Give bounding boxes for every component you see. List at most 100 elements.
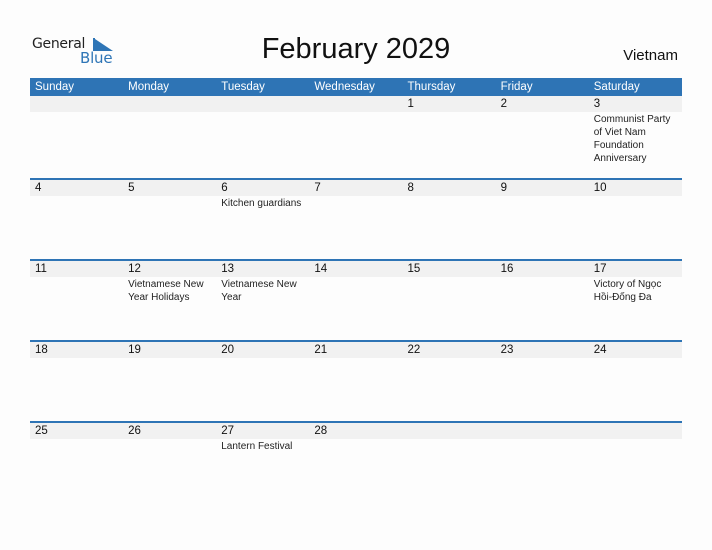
day-number: 17: [593, 263, 607, 275]
day-number: 2: [500, 98, 508, 110]
holiday-event: [221, 358, 309, 359]
day-number: 23: [500, 344, 514, 356]
week-row: 11 12 Vietnamese New Year Holidays 13 Vietna…: [30, 259, 682, 340]
week-days: 25 26 27 Lantern Festival 28: [30, 423, 682, 453]
day-cell: 7: [309, 180, 402, 210]
day-cell: 27 Lantern Festival: [216, 423, 309, 453]
holiday-event: [408, 277, 496, 278]
day-number: 24: [593, 344, 607, 356]
day-cell: 11: [30, 261, 123, 304]
holiday-event: [314, 196, 402, 197]
day-number: 1: [407, 98, 414, 110]
day-number: 3: [593, 98, 601, 110]
day-number: 8: [407, 182, 414, 194]
holiday-event: [35, 196, 123, 197]
day-cell: 18: [30, 342, 123, 359]
day-cell: [496, 423, 589, 453]
day-cell: 22: [403, 342, 496, 359]
week-row: 4 5 6 Kitchen guardians 7 8 9 10: [30, 178, 682, 259]
holiday-event: [35, 112, 123, 113]
holiday-event: Vietnamese New Year Holidays: [128, 279, 204, 303]
day-cell: [123, 96, 216, 165]
day-number: 6: [221, 182, 228, 194]
day-cell: 2: [496, 96, 589, 165]
holiday-event: [501, 196, 589, 197]
day-cell: [216, 96, 309, 165]
holiday-event: [314, 277, 402, 278]
calendar-grid: Sunday Monday Tuesday Wednesday Thursday…: [30, 78, 682, 502]
week-days: 1 2 3 Communist Party of Viet Nam Foundatio…: [30, 96, 682, 165]
holiday-event: [408, 112, 496, 113]
week-row: 25 26 27 Lantern Festival 28: [30, 421, 682, 502]
day-number: 12: [128, 263, 141, 275]
holiday-event: [408, 358, 496, 359]
day-cell: 14: [309, 261, 402, 304]
day-number: 27: [221, 425, 235, 437]
holiday-event: [594, 196, 682, 197]
day-number: 28: [314, 425, 328, 437]
day-number: 5: [128, 182, 135, 194]
holiday-event: Kitchen guardians: [221, 198, 302, 209]
holiday-event: [128, 358, 216, 359]
day-cell: [403, 423, 496, 453]
day-cell: 10: [589, 180, 682, 210]
weekday-saturday: Saturday: [593, 81, 640, 93]
day-number: [594, 423, 682, 439]
holiday-event: Victory of Ngọc Hồi-Đống Đa: [593, 279, 662, 303]
day-number: 9: [500, 182, 508, 194]
day-cell: 13 Vietnamese New Year: [216, 261, 309, 304]
day-cell: [589, 423, 682, 453]
day-cell: 6 Kitchen guardians: [216, 180, 309, 210]
week-row: 1 2 3 Communist Party of Viet Nam Foundatio…: [30, 96, 682, 178]
holiday-event: [314, 112, 402, 113]
day-cell: 28: [309, 423, 402, 453]
weekday-monday: Monday: [128, 81, 170, 93]
holiday-event: [128, 439, 216, 440]
day-number: 13: [221, 263, 235, 275]
day-cell: 23: [496, 342, 589, 359]
holiday-event: [501, 439, 589, 440]
weekday-header: Sunday Monday Tuesday Wednesday Thursday…: [30, 78, 682, 96]
holiday-event: [408, 439, 496, 440]
holiday-event: [408, 196, 496, 197]
day-number: 25: [35, 425, 48, 437]
day-cell: 9: [496, 180, 589, 210]
holiday-event: [314, 439, 402, 440]
day-number: 10: [593, 182, 607, 194]
holiday-event: [501, 277, 589, 278]
day-number: 14: [314, 263, 328, 275]
day-cell: 16: [496, 261, 589, 304]
day-number: 19: [128, 344, 141, 356]
day-number: 21: [314, 344, 328, 356]
day-cell: 19: [123, 342, 216, 359]
day-number: [501, 423, 589, 439]
day-number: 15: [407, 263, 421, 275]
day-number: 16: [500, 263, 514, 275]
day-number: [128, 96, 216, 112]
holiday-event: [221, 112, 309, 113]
country-label: Vietnam: [623, 47, 678, 64]
day-number: 18: [35, 344, 48, 356]
day-cell: 25: [30, 423, 123, 453]
weekday-thursday: Thursday: [407, 81, 456, 93]
page-title: February 2029: [261, 33, 451, 65]
holiday-event: [35, 277, 123, 278]
day-cell: 3 Communist Party of Viet Nam Foundation …: [589, 96, 682, 165]
day-cell: 15: [403, 261, 496, 304]
holiday-event: [35, 358, 123, 359]
holiday-event: Vietnamese New Year: [221, 279, 297, 303]
weekday-wednesday: Wednesday: [314, 81, 375, 93]
day-number: [314, 96, 402, 112]
day-number: 11: [35, 263, 47, 275]
day-number: 4: [35, 182, 42, 194]
holiday-event: [501, 112, 589, 113]
day-cell: 8: [403, 180, 496, 210]
week-row: 18 19 20 21 22 23 24: [30, 340, 682, 421]
day-cell: 24: [589, 342, 682, 359]
day-cell: 26: [123, 423, 216, 453]
day-cell: 1: [403, 96, 496, 165]
day-cell: [309, 96, 402, 165]
holiday-event: [594, 358, 682, 359]
holiday-event: [128, 196, 216, 197]
day-cell: [30, 96, 123, 165]
